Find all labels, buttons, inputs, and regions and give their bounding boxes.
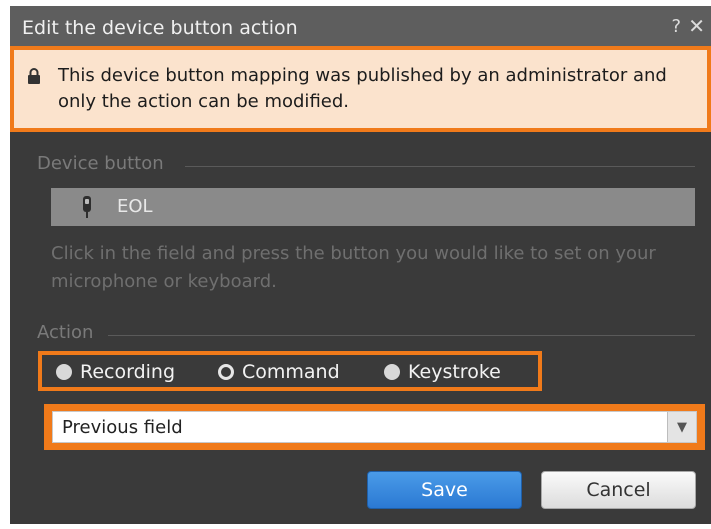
microphone-icon (83, 196, 91, 218)
device-button-hint: Click in the field and press the button … (51, 243, 656, 292)
device-button-section-label: Device button (37, 153, 164, 174)
lock-icon (28, 68, 40, 84)
action-dropdown[interactable]: Previous field ▼ (52, 411, 697, 443)
device-button-divider (185, 166, 695, 167)
action-dropdown-highlight: Previous field ▼ (44, 404, 705, 450)
cancel-button[interactable]: Cancel (541, 471, 696, 509)
action-section-label: Action (37, 322, 94, 343)
device-button-value: EOL (117, 196, 153, 217)
radio-recording-label: Recording (80, 361, 176, 383)
close-button[interactable]: ✕ (688, 14, 705, 38)
radio-recording-indicator (56, 364, 72, 380)
edit-device-button-dialog: Edit the device button action ? ✕ This d… (10, 6, 711, 524)
device-button-field[interactable]: EOL (51, 188, 695, 226)
radio-command-indicator (218, 364, 234, 380)
action-dropdown-value: Previous field (62, 417, 183, 438)
help-button[interactable]: ? (671, 16, 681, 37)
radio-keystroke-label: Keystroke (408, 361, 501, 383)
save-button[interactable]: Save (367, 471, 522, 509)
action-type-radio-group: Recording Command Keystroke (38, 351, 542, 391)
dialog-title: Edit the device button action (22, 17, 298, 39)
dropdown-arrow-icon[interactable]: ▼ (667, 412, 696, 442)
radio-command-label: Command (242, 361, 340, 383)
radio-keystroke-indicator (384, 364, 400, 380)
dialog-titlebar: Edit the device button action ? ✕ (10, 6, 711, 46)
admin-notice-banner: This device button mapping was published… (10, 46, 711, 132)
action-divider (108, 335, 695, 336)
admin-notice-text: This device button mapping was published… (58, 65, 667, 112)
